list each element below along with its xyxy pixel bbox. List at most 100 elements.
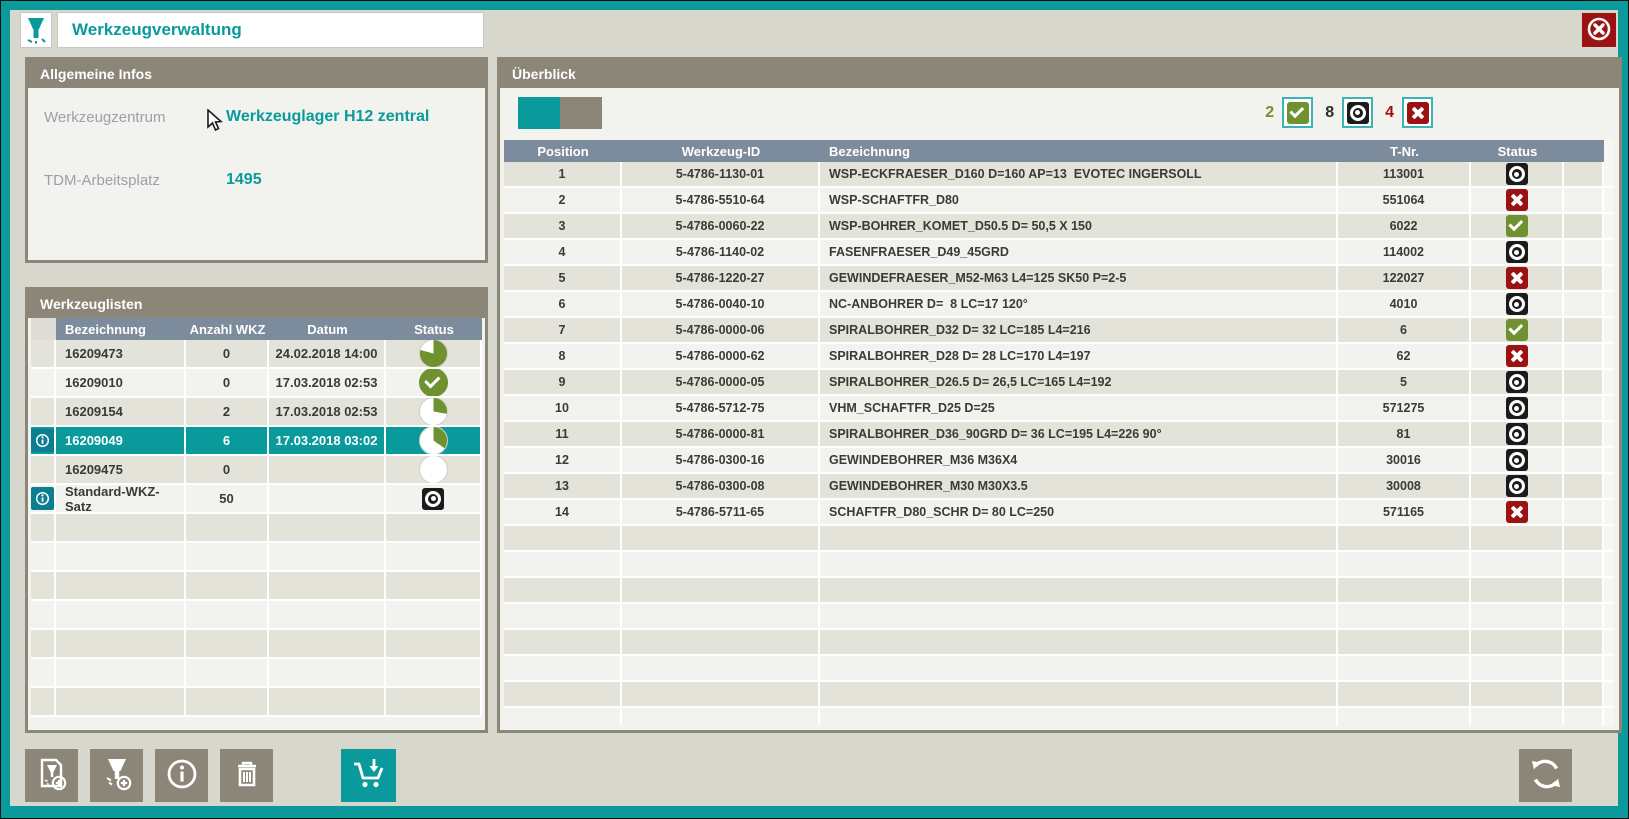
tool-row[interactable]: 4 5-4786-1140-02 FASENFRAESER_D49_45GRD …	[504, 240, 1614, 266]
column-header[interactable]: Werkzeug-ID	[622, 140, 820, 162]
trash-icon	[229, 756, 265, 795]
scrollbar-track[interactable]	[1604, 396, 1614, 420]
tool-position: 3	[504, 214, 622, 238]
empty-row	[504, 604, 1614, 630]
status-counters: 2 8 4	[1265, 97, 1433, 128]
scrollbar-track[interactable]	[1604, 266, 1614, 290]
tool-row[interactable]: 7 5-4786-0000-06 SPIRALBOHRER_D32 D= 32 …	[504, 318, 1614, 344]
tool-row[interactable]: 13 5-4786-0300-08 GEWINDEBOHRER_M30 M30X…	[504, 474, 1614, 500]
row-info-cell[interactable]	[31, 427, 56, 454]
tool-row[interactable]: 6 5-4786-0040-10 NC-ANBOHRER D= 8 LC=17 …	[504, 292, 1614, 318]
delete-button[interactable]	[220, 749, 273, 802]
scrollbar-track[interactable]	[1604, 318, 1614, 342]
tool-row[interactable]: 10 5-4786-5712-75 VHM_SCHAFTFR_D25 D=25 …	[504, 396, 1614, 422]
scrollbar-track[interactable]	[1604, 162, 1614, 186]
new-tool-list-button[interactable]	[25, 749, 78, 802]
field-value: Werkzeuglager H12 zentral	[226, 108, 429, 126]
row-info-cell[interactable]	[31, 485, 56, 512]
scrollbar-track[interactable]	[1604, 344, 1614, 368]
column-header[interactable]: Position	[504, 140, 622, 162]
tool-row[interactable]: 8 5-4786-0000-62 SPIRALBOHRER_D28 D= 28 …	[504, 344, 1614, 370]
list-date: 17.03.2018 02:53	[269, 369, 386, 396]
tool-position: 11	[504, 422, 622, 446]
column-header[interactable]: Datum	[269, 318, 386, 340]
row-info-cell[interactable]	[31, 340, 56, 367]
info-icon[interactable]	[31, 487, 54, 510]
row-filler	[1564, 266, 1604, 290]
tool-row[interactable]: 2 5-4786-5510-64 WSP-SCHAFTFR_D80 551064	[504, 188, 1614, 214]
tool-description: WSP-ECKFRAESER_D160 D=160 AP=13 EVOTEC I…	[820, 162, 1338, 186]
tool-lists-table: Bezeichnung Anzahl WKZ Datum Status	[31, 318, 482, 730]
info-field-row: Werkzeugzentrum Werkzeuglager H12 zentra…	[44, 108, 475, 126]
scrollbar-track[interactable]	[1604, 448, 1614, 472]
tool-description: SPIRALBOHRER_D32 D= 32 LC=185 L4=216	[820, 318, 1338, 342]
close-button[interactable]	[1582, 13, 1616, 47]
tab[interactable]	[518, 97, 560, 129]
scrollbar-track[interactable]	[1604, 214, 1614, 238]
scrollbar-track[interactable]	[1604, 292, 1614, 316]
info-button[interactable]	[155, 749, 208, 802]
header-icon-col	[31, 318, 56, 340]
empty-row	[504, 682, 1614, 708]
tool-id: 5-4786-1220-27	[622, 266, 820, 290]
tool-row[interactable]: 3 5-4786-0060-22 WSP-BOHRER_KOMET_D50.5 …	[504, 214, 1614, 240]
column-header[interactable]: Status	[1471, 140, 1564, 162]
scrollbar-track[interactable]	[1604, 500, 1614, 524]
row-filler	[1564, 188, 1604, 212]
row-info-cell[interactable]	[31, 456, 56, 483]
scrollbar-track[interactable]	[1604, 370, 1614, 394]
tool-status-cell	[1471, 500, 1564, 524]
tool-tnr: 113001	[1338, 162, 1471, 186]
add-tool-button[interactable]	[90, 749, 143, 802]
row-filler	[1564, 448, 1604, 472]
info-icon[interactable]	[31, 429, 54, 452]
toollist-row[interactable]: 16209010 0 17.03.2018 02:53	[31, 369, 482, 398]
tool-id: 5-4786-0000-06	[622, 318, 820, 342]
tool-row[interactable]: 14 5-4786-5711-65 SCHAFTFR_D80_SCHR D= 8…	[504, 500, 1614, 526]
column-header[interactable]: T-Nr.	[1338, 140, 1471, 162]
toollist-row[interactable]: 16209473 0 24.02.2018 14:00	[31, 340, 482, 369]
order-cart-button[interactable]	[341, 749, 396, 802]
column-header[interactable]: Bezeichnung	[820, 140, 1338, 162]
add-tool-icon	[99, 756, 135, 795]
tool-row[interactable]: 9 5-4786-0000-05 SPIRALBOHRER_D26.5 D= 2…	[504, 370, 1614, 396]
tool-row[interactable]: 5 5-4786-1220-27 GEWINDEFRAESER_M52-M63 …	[504, 266, 1614, 292]
status-icon	[1506, 189, 1528, 211]
row-info-cell[interactable]	[31, 369, 56, 396]
tool-description: SPIRALBOHRER_D26.5 D= 26,5 LC=165 L4=192	[820, 370, 1338, 394]
scrollbar-track[interactable]	[1604, 474, 1614, 498]
tool-id: 5-4786-0000-05	[622, 370, 820, 394]
overview-panel: Überblick 2 8 4	[497, 57, 1622, 733]
tool-tnr: 81	[1338, 422, 1471, 446]
column-header[interactable]: Bezeichnung	[56, 318, 186, 340]
toollist-row[interactable]: 16209475 0	[31, 456, 482, 485]
empty-row	[31, 688, 482, 717]
tool-position: 8	[504, 344, 622, 368]
tab[interactable]	[560, 97, 602, 129]
refresh-button[interactable]	[1519, 749, 1572, 802]
toollist-row[interactable]: 16209154 2 17.03.2018 02:53	[31, 398, 482, 427]
column-header[interactable]: Status	[386, 318, 482, 340]
panel-title: Überblick	[500, 60, 1619, 88]
tool-id: 5-4786-0300-08	[622, 474, 820, 498]
toollist-row[interactable]: 16209049 6 17.03.2018 03:02	[31, 427, 482, 456]
tool-status-cell	[1471, 214, 1564, 238]
list-count: 6	[186, 427, 269, 454]
tool-tnr: 5	[1338, 370, 1471, 394]
row-info-cell[interactable]	[31, 398, 56, 425]
tool-row[interactable]: 1 5-4786-1130-01 WSP-ECKFRAESER_D160 D=1…	[504, 162, 1614, 188]
scrollbar-track[interactable]	[1604, 188, 1614, 212]
scrollbar-track[interactable]	[1604, 422, 1614, 446]
counter-value: 2	[1265, 104, 1274, 122]
scrollbar-track[interactable]	[1604, 140, 1614, 162]
list-status-cell	[386, 398, 482, 425]
tool-status-cell	[1471, 240, 1564, 264]
tool-id: 5-4786-0040-10	[622, 292, 820, 316]
toollist-row[interactable]: Standard-WKZ-Satz 50	[31, 485, 482, 514]
tool-row[interactable]: 11 5-4786-0000-81 SPIRALBOHRER_D36_90GRD…	[504, 422, 1614, 448]
column-header[interactable]: Anzahl WKZ	[186, 318, 269, 340]
tool-tnr: 4010	[1338, 292, 1471, 316]
scrollbar-track[interactable]	[1604, 240, 1614, 264]
tool-row[interactable]: 12 5-4786-0300-16 GEWINDEBOHRER_M36 M36X…	[504, 448, 1614, 474]
empty-row	[504, 526, 1614, 552]
